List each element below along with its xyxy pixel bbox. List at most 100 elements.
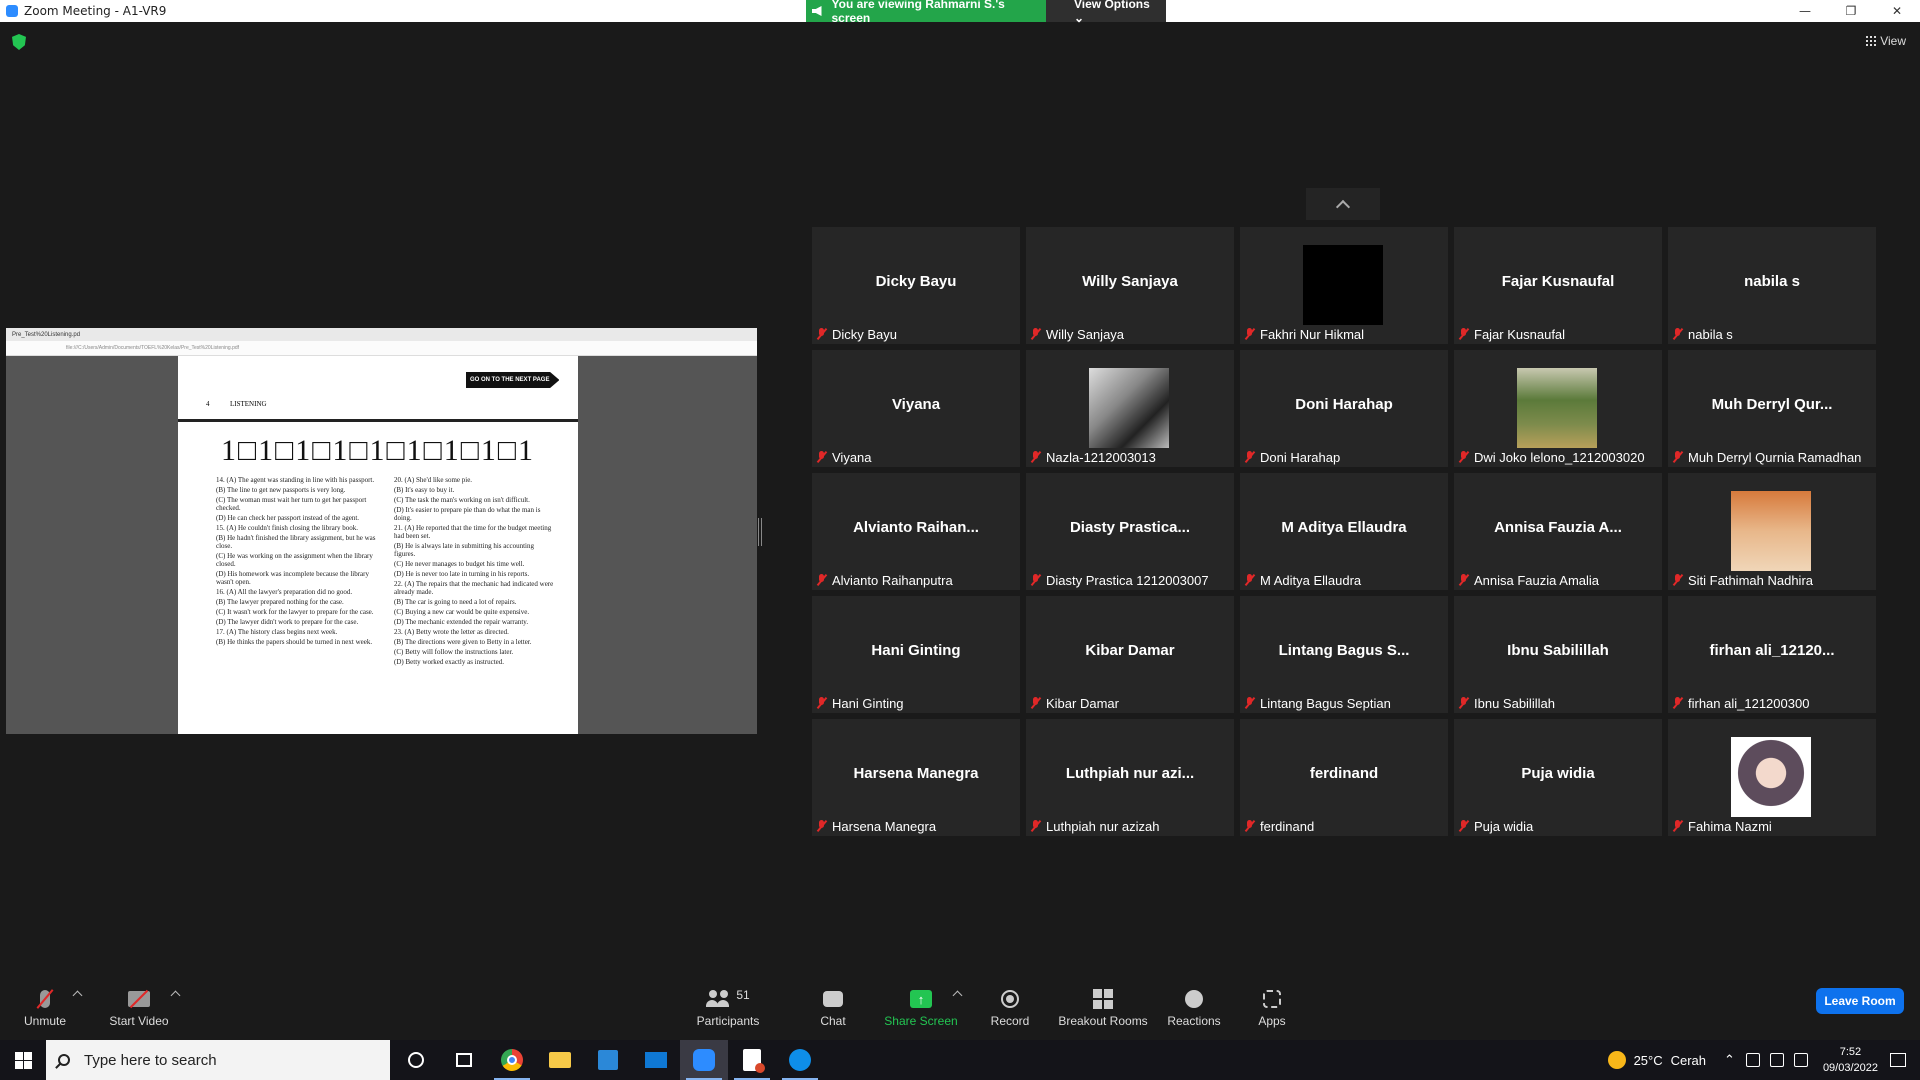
split-drag-handle[interactable] bbox=[758, 518, 762, 546]
window-title: Zoom Meeting - A1-VR9 bbox=[24, 4, 167, 18]
network-icon[interactable] bbox=[1769, 1053, 1784, 1067]
participant-tile[interactable]: nabila s nabila s bbox=[1668, 227, 1876, 344]
participant-display-name: Muh Derryl Qur... bbox=[1711, 396, 1833, 413]
chat-button[interactable]: Chat bbox=[812, 988, 854, 1028]
participant-tile[interactable]: Dwi Joko lelono_1212003020 bbox=[1454, 350, 1662, 467]
participant-display-name: ferdinand bbox=[1309, 765, 1379, 782]
question-option: (B) The directions were given to Betty i… bbox=[394, 638, 532, 646]
participant-tile[interactable]: Puja widia Puja widia bbox=[1454, 719, 1662, 836]
restore-button[interactable]: ❐ bbox=[1828, 0, 1874, 22]
weather-sun-icon[interactable] bbox=[1607, 1051, 1626, 1069]
participant-tile[interactable]: Alvianto Raihan... Alvianto Raihanputra bbox=[812, 473, 1020, 590]
participant-gallery: Dicky Bayu Dicky Bayu Willy Sanjaya Willy S… bbox=[812, 227, 1876, 836]
leave-room-button[interactable]: Leave Room bbox=[1816, 988, 1904, 1014]
video-options-caret[interactable] bbox=[170, 990, 181, 1001]
participant-photo bbox=[1731, 491, 1811, 571]
participant-tile[interactable]: Luthpiah nur azi... Luthpiah nur azizah bbox=[1026, 719, 1234, 836]
record-icon bbox=[1001, 990, 1019, 1008]
participants-button[interactable]: 51 Participants bbox=[694, 988, 762, 1028]
taskbar-file-explorer[interactable] bbox=[536, 1040, 584, 1080]
participant-photo bbox=[1517, 368, 1597, 448]
participant-tile[interactable]: Ibnu Sabilillah Ibnu Sabilillah bbox=[1454, 596, 1662, 713]
participant-tile[interactable]: Lintang Bagus S... Lintang Bagus Septian bbox=[1240, 596, 1448, 713]
chat-icon bbox=[823, 991, 843, 1007]
taskbar-search[interactable]: Type here to search bbox=[46, 1040, 390, 1080]
taskbar-store[interactable] bbox=[584, 1040, 632, 1080]
participant-name-label: Nazla-1212003013 bbox=[1030, 447, 1156, 467]
volume-icon[interactable] bbox=[1793, 1053, 1808, 1067]
participant-name-label: Muh Derryl Qurnia Ramadhan bbox=[1672, 447, 1861, 467]
start-video-button[interactable]: Start Video bbox=[106, 988, 172, 1028]
participant-tile[interactable]: Fahima Nazmi bbox=[1668, 719, 1876, 836]
participant-display-name: nabila s bbox=[1744, 273, 1800, 290]
share-screen-button[interactable]: ↑ Share Screen bbox=[884, 988, 958, 1028]
gallery-previous-page-button[interactable] bbox=[1306, 188, 1380, 220]
view-options-button[interactable]: View Options ⌄ bbox=[1046, 0, 1166, 25]
shared-screen[interactable]: Pre_Test%20Listening.pd file:///C:/Users… bbox=[6, 328, 757, 734]
microphone-muted-icon bbox=[1030, 697, 1040, 709]
participant-tile[interactable]: ferdinand ferdinand bbox=[1240, 719, 1448, 836]
participant-tile[interactable]: Siti Fathimah Nadhira bbox=[1668, 473, 1876, 590]
question-columns: 14. (A) The agent was standing in line w… bbox=[178, 468, 578, 668]
page-section: LISTENING bbox=[230, 400, 267, 408]
participant-tile[interactable]: Willy Sanjaya Willy Sanjaya bbox=[1026, 227, 1234, 344]
record-button[interactable]: Record bbox=[988, 988, 1032, 1028]
start-button[interactable] bbox=[0, 1040, 46, 1080]
question-option: (C) The task the man's working on isn't … bbox=[394, 496, 530, 504]
participant-display-name: Hani Ginting bbox=[871, 642, 961, 659]
chat-label: Chat bbox=[820, 1014, 846, 1028]
participant-tile[interactable]: M Aditya Ellaudra M Aditya Ellaudra bbox=[1240, 473, 1448, 590]
participant-display-name: Harsena Manegra bbox=[853, 765, 979, 782]
share-screen-icon: ↑ bbox=[910, 990, 932, 1008]
participant-tile[interactable]: Kibar Damar Kibar Damar bbox=[1026, 596, 1234, 713]
tray-chevron-up-icon[interactable]: ⌃ bbox=[1724, 1052, 1735, 1068]
participant-tile[interactable]: firhan ali_12120... firhan ali_121200300 bbox=[1668, 596, 1876, 713]
participant-tile[interactable]: Viyana Viyana bbox=[812, 350, 1020, 467]
close-button[interactable]: ✕ bbox=[1874, 0, 1920, 22]
participant-tile[interactable]: Fakhri Nur Hikmal bbox=[1240, 227, 1448, 344]
cortana-button[interactable] bbox=[392, 1040, 440, 1080]
question-option: (C) He was working on the assignment whe… bbox=[216, 552, 373, 568]
reactions-button[interactable]: Reactions bbox=[1166, 988, 1222, 1028]
participant-tile[interactable]: Harsena Manegra Harsena Manegra bbox=[812, 719, 1020, 836]
participant-tile[interactable]: Hani Ginting Hani Ginting bbox=[812, 596, 1020, 713]
participant-tile[interactable]: Annisa Fauzia A... Annisa Fauzia Amalia bbox=[1454, 473, 1662, 590]
microphone-muted-icon bbox=[816, 697, 826, 709]
taskbar-clock[interactable]: 7:52 09/03/2022 bbox=[1823, 1044, 1878, 1076]
taskbar-mail[interactable] bbox=[632, 1040, 680, 1080]
participant-tile[interactable]: Fajar Kusnaufal Fajar Kusnaufal bbox=[1454, 227, 1662, 344]
share-screen-label: Share Screen bbox=[884, 1014, 958, 1028]
unmute-button[interactable]: Unmute bbox=[22, 988, 68, 1028]
audio-options-caret[interactable] bbox=[72, 990, 83, 1001]
participant-photo bbox=[1303, 245, 1383, 325]
microphone-tray-icon[interactable] bbox=[1745, 1053, 1760, 1067]
participant-tile[interactable]: Nazla-1212003013 bbox=[1026, 350, 1234, 467]
participant-tile[interactable]: Dicky Bayu Dicky Bayu bbox=[812, 227, 1020, 344]
taskbar-document-app[interactable] bbox=[728, 1040, 776, 1080]
notification-center-icon[interactable] bbox=[1890, 1053, 1906, 1067]
participant-tile[interactable]: Muh Derryl Qur... Muh Derryl Qurnia Ramad… bbox=[1668, 350, 1876, 467]
question-option: (D) The mechanic extended the repair war… bbox=[394, 618, 529, 626]
participant-name-text: Viyana bbox=[832, 449, 872, 465]
view-button[interactable]: View bbox=[1866, 34, 1906, 48]
cortana-icon bbox=[408, 1052, 424, 1068]
question-option: (D) Betty worked exactly as instructed. bbox=[394, 658, 505, 666]
participant-name-text: Fahima Nazmi bbox=[1688, 818, 1772, 834]
taskbar-chrome[interactable] bbox=[488, 1040, 536, 1080]
participant-tile[interactable]: Doni Harahap Doni Harahap bbox=[1240, 350, 1448, 467]
encryption-shield-icon[interactable] bbox=[12, 34, 26, 50]
question-option: (D) It's easier to prepare pie than do w… bbox=[394, 506, 541, 522]
participant-name-text: Diasty Prastica 1212003007 bbox=[1046, 572, 1209, 588]
minimize-button[interactable]: — bbox=[1782, 0, 1828, 22]
system-tray: 25°C Cerah ⌃ 7:52 09/03/2022 bbox=[1607, 1040, 1920, 1080]
taskbar-zoom[interactable] bbox=[680, 1040, 728, 1080]
weather-condition[interactable]: Cerah bbox=[1671, 1053, 1706, 1068]
participant-tile[interactable]: Diasty Prastica... Diasty Prastica 121200… bbox=[1026, 473, 1234, 590]
weather-temperature[interactable]: 25°C bbox=[1634, 1053, 1663, 1068]
question-option: 14. (A) The agent was standing in line w… bbox=[216, 476, 375, 484]
participant-name-text: Fakhri Nur Hikmal bbox=[1260, 326, 1365, 342]
apps-button[interactable]: Apps bbox=[1256, 988, 1288, 1028]
breakout-rooms-button[interactable]: Breakout Rooms bbox=[1058, 988, 1148, 1028]
task-view-button[interactable] bbox=[440, 1040, 488, 1080]
taskbar-teamviewer[interactable] bbox=[776, 1040, 824, 1080]
